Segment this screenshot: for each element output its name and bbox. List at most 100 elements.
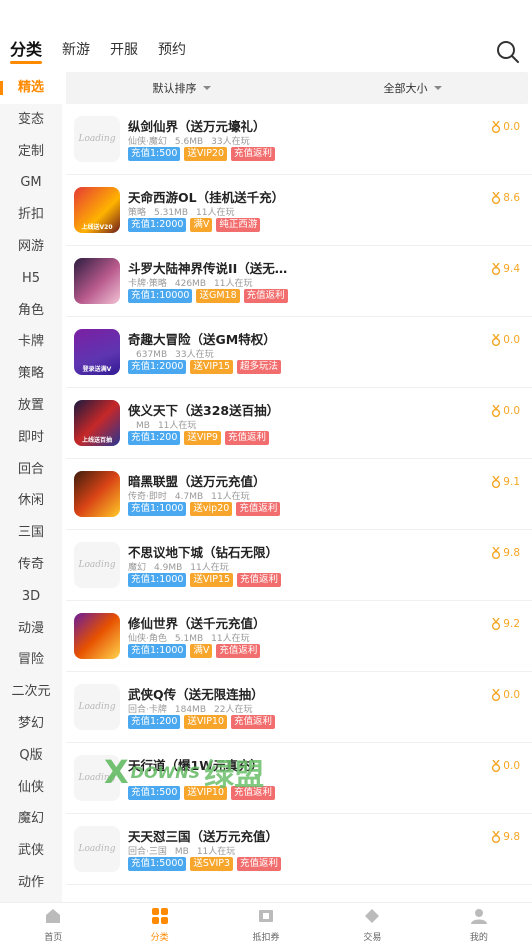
search-icon[interactable] (496, 40, 520, 64)
tab-server-open[interactable]: 开服 (110, 40, 138, 60)
sort-dropdown[interactable]: 默认排序 (66, 72, 297, 104)
sidebar-item[interactable]: 定制 (0, 136, 62, 168)
game-title[interactable]: 奇趣大冒险（送GM特权） (128, 329, 458, 348)
sidebar-item[interactable]: GM (0, 167, 62, 199)
nav-label: 分类 (150, 932, 169, 943)
sidebar-item[interactable]: 折扣 (0, 199, 62, 231)
game-icon[interactable]: Loading (74, 116, 120, 162)
game-icon[interactable]: 上线送百抽 (74, 400, 120, 446)
rating-value: 9.8 (503, 547, 520, 559)
rating-value: 8.6 (503, 192, 520, 204)
game-row[interactable]: Loading 纵剑仙界（送万元壕礼） 仙侠·魔幻 5.6MB 33人在玩 充值1:500… (66, 104, 532, 175)
game-row[interactable]: Loading 武侠Q传（送无限连抽） 回合·卡牌 184MB 22人在玩 充值1:200… (66, 672, 532, 743)
rating-value: 0.0 (503, 405, 520, 417)
game-tag: 充值1:2000 (128, 218, 187, 232)
game-tag: 充值返利 (231, 715, 276, 729)
game-tags: 充值1:200 送VIP9 充值返利 (128, 431, 273, 445)
game-tags: 充值1:2000 送VIP15 超多玩法 (128, 360, 285, 374)
game-category: 仙侠·魔幻 (128, 137, 167, 147)
sidebar-item[interactable]: 武侠 (0, 835, 62, 867)
nav-item[interactable]: 抵扣券 (213, 903, 319, 946)
game-row[interactable]: 修仙世界（送千元充值） 仙侠·角色 5.1MB 11人在玩 充值1:1000 满V 充值返利… (66, 601, 532, 672)
sidebar-item[interactable]: H5 (0, 263, 62, 295)
watermark-logo: X DOWNS 绿盟 (104, 750, 264, 794)
tab-reserve[interactable]: 预约 (158, 40, 186, 60)
game-row[interactable]: 斗罗大陆神界传说II（送无… 卡牌·策略 426MB 11人在玩 充值1:10000 送G… (66, 246, 532, 317)
game-rating: 9.2 (491, 618, 520, 630)
sidebar-item[interactable]: 魔幻 (0, 803, 62, 835)
game-title[interactable]: 天命西游OL（挂机送千充） (128, 187, 458, 206)
game-row[interactable]: 上线送V20 天命西游OL（挂机送千充） 策略 5.31MB 11人在玩 充值1:2000… (66, 175, 532, 246)
game-meta: 策略 5.31MB 11人在玩 (128, 205, 242, 218)
game-title[interactable]: 纵剑仙界（送万元壕礼） (128, 116, 458, 135)
game-title[interactable]: 侠义天下（送328送百抽） (128, 400, 458, 419)
game-tag: 满V (190, 218, 213, 232)
sidebar-item[interactable]: 角色 (0, 295, 62, 327)
game-title[interactable]: 不思议地下城（钻石无限） (128, 542, 458, 561)
game-category: 传奇·即时 (128, 492, 167, 502)
nav-label: 抵扣券 (252, 932, 280, 943)
sidebar-item[interactable]: 动漫 (0, 613, 62, 645)
sidebar-item[interactable]: 变态 (0, 104, 62, 136)
game-title[interactable]: 修仙世界（送千元充值） (128, 613, 458, 632)
sidebar-item[interactable]: 传奇 (0, 549, 62, 581)
game-icon[interactable]: 上线送V20 (74, 187, 120, 233)
sidebar-item[interactable]: 即时 (0, 422, 62, 454)
sidebar-item[interactable]: 卡牌 (0, 326, 62, 358)
sidebar-item[interactable]: 梦幻 (0, 708, 62, 740)
sidebar-item[interactable]: 放置 (0, 390, 62, 422)
sidebar-item[interactable]: 动作 (0, 867, 62, 899)
game-title[interactable]: 武侠Q传（送无限连抽） (128, 684, 458, 703)
game-icon[interactable]: 登录送满V (74, 329, 120, 375)
game-tag: 充值1:500 (128, 147, 181, 161)
game-tags: 充值1:1000 送VIP15 充值返利 (128, 573, 285, 587)
game-row[interactable]: Loading 不思议地下城（钻石无限） 魔幻 4.9MB 11人在玩 充值1:1000 送… (66, 530, 532, 601)
sidebar-item[interactable]: 二次元 (0, 676, 62, 708)
sidebar-item[interactable]: 网游 (0, 231, 62, 263)
sidebar-item[interactable]: 3D (0, 581, 62, 613)
game-row[interactable]: Loading 天天怼三国（送万元充值） 回合·三国 MB 11人在玩 充值1:5000 送… (66, 814, 532, 885)
sidebar-item[interactable]: Q版 (0, 740, 62, 772)
game-row[interactable]: 上线送百抽 侠义天下（送328送百抽） MB 11人在玩 充值1:200 送VIP9 充值返… (66, 388, 532, 459)
medal-icon (492, 263, 501, 275)
game-icon[interactable] (74, 471, 120, 517)
sidebar-item[interactable]: 回合 (0, 454, 62, 486)
coupon-icon (257, 907, 275, 930)
tab-new-games[interactable]: 新游 (62, 40, 90, 60)
game-tag: 充值1:5000 (128, 857, 187, 871)
game-size: 4.9MB (154, 563, 183, 573)
game-icon[interactable]: Loading (74, 684, 120, 730)
tab-category[interactable]: 分类 (10, 40, 43, 64)
game-title[interactable]: 暗黑联盟（送万元充值） (128, 471, 458, 490)
game-title[interactable]: 天天怼三国（送万元充值） (128, 826, 458, 845)
game-row[interactable]: 暗黑联盟（送万元充值） 传奇·即时 4.7MB 11人在玩 充值1:1000 送vip20… (66, 459, 532, 530)
nav-item[interactable]: 分类 (106, 903, 212, 946)
sidebar-item[interactable]: 休闲 (0, 485, 62, 517)
game-tags: 充值1:1000 满V 充值返利 (128, 644, 264, 658)
game-tag: 送VIP9 (184, 431, 221, 445)
game-icon[interactable] (74, 613, 120, 659)
size-dropdown[interactable]: 全部大小 (297, 72, 528, 104)
game-players: 11人在玩 (196, 208, 235, 218)
nav-item[interactable]: 首页 (0, 903, 106, 946)
game-icon-text: Loading (78, 560, 116, 570)
game-tag: 送GM18 (196, 289, 240, 303)
game-rating: 8.6 (491, 192, 520, 204)
rating-value: 0.0 (503, 689, 520, 701)
game-icon[interactable] (74, 258, 120, 304)
game-meta: 回合·三国 MB 11人在玩 (128, 844, 243, 857)
sidebar-item[interactable]: 精选 (0, 72, 62, 104)
game-players: 33人在玩 (175, 350, 214, 360)
game-meta: 魔幻 4.9MB 11人在玩 (128, 560, 237, 573)
nav-item[interactable]: 我的 (426, 903, 532, 946)
game-title[interactable]: 斗罗大陆神界传说II（送无… (128, 258, 458, 277)
game-icon[interactable]: Loading (74, 826, 120, 872)
nav-item[interactable]: 交易 (319, 903, 425, 946)
game-icon[interactable]: Loading (74, 542, 120, 588)
game-tag: 充值1:2000 (128, 360, 187, 374)
sidebar-item[interactable]: 三国 (0, 517, 62, 549)
sidebar-item[interactable]: 仙侠 (0, 772, 62, 804)
sidebar-item[interactable]: 策略 (0, 358, 62, 390)
sidebar-item[interactable]: 冒险 (0, 644, 62, 676)
game-row[interactable]: 登录送满V 奇趣大冒险（送GM特权） 637MB 33人在玩 充值1:2000 送VIP1… (66, 317, 532, 388)
